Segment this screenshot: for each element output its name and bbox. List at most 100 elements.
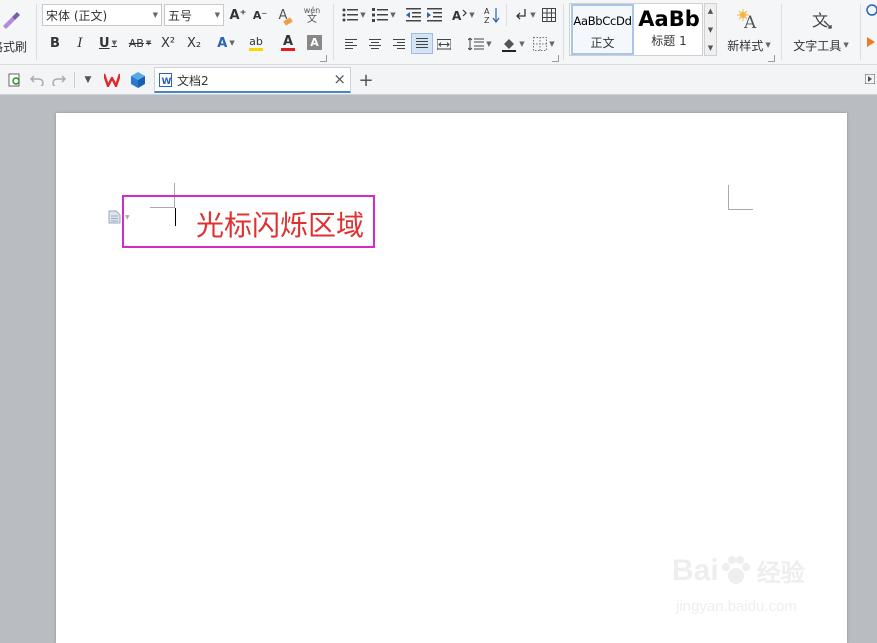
svg-text:W: W <box>162 77 172 87</box>
cursor-area-annotation: 光标闪烁区域 <box>196 209 365 242</box>
style-normal[interactable]: AaBbCcDd 正文 <box>571 4 634 55</box>
undo-icon <box>30 75 44 86</box>
table-button[interactable] <box>540 5 558 25</box>
subscript-icon: X₂ <box>186 35 202 51</box>
text-tools-icon: 文 <box>812 11 832 30</box>
justify-button[interactable] <box>411 33 433 54</box>
phonetic-bottom-text: 文 <box>307 14 317 25</box>
align-right-button[interactable] <box>390 35 408 53</box>
font-dialog-launcher[interactable] <box>320 55 327 62</box>
char-shading-button[interactable]: A <box>307 35 322 50</box>
style-heading-1[interactable]: AaBb 标题 1 <box>637 4 701 55</box>
wps-home-button[interactable] <box>102 70 122 90</box>
chevron-down-icon: ▼ <box>229 39 235 47</box>
underline-button[interactable]: U ▼ <box>94 33 122 53</box>
paragraph-mark-button[interactable]: ▼ <box>511 5 539 25</box>
document-icon <box>108 210 121 224</box>
chevron-down-icon: ▼ <box>843 41 849 49</box>
styles-scroll[interactable]: ▲ ▼ ▼ <box>704 3 717 56</box>
strikethrough-button[interactable]: AB ▼ <box>126 33 154 53</box>
italic-icon: I <box>77 35 83 51</box>
chevron-down-icon: ▼ <box>214 11 220 19</box>
scroll-up-icon: ▲ <box>707 7 714 15</box>
font-color-icon: A <box>282 34 294 49</box>
line-spacing-icon <box>468 38 485 50</box>
distributed-align-button[interactable] <box>435 35 453 53</box>
chevron-down-icon: ▼ <box>765 41 771 49</box>
sort-button[interactable]: AZ <box>482 5 502 25</box>
underline-icon: U <box>99 35 110 51</box>
sort-az-icon: AZ <box>484 7 500 24</box>
new-style-label-row: 新样式 ▼ <box>727 37 770 54</box>
phonetic-guide-button[interactable]: wén 文 <box>298 4 326 26</box>
text-tools-button[interactable]: 文 文字工具 ▼ <box>786 4 856 58</box>
redo-icon <box>52 75 66 86</box>
increase-indent-button[interactable] <box>425 6 443 24</box>
text-tools-label: 文字工具 <box>793 38 842 53</box>
text-effect-button[interactable]: A ▼ <box>212 33 240 53</box>
cube-icon <box>131 72 145 88</box>
borders-button[interactable]: ▼ <box>530 34 558 54</box>
paragraph-dialog-launcher[interactable] <box>552 55 559 62</box>
subscript-button[interactable]: X₂ <box>183 33 205 53</box>
find-replace-button[interactable] <box>864 4 877 58</box>
highlight-button[interactable]: ab <box>242 33 270 53</box>
expand-more-icon: ▼ <box>707 44 714 52</box>
chevron-down-icon: ▼ <box>469 11 475 19</box>
chevron-down-icon: ▼ <box>360 11 366 19</box>
align-left-button[interactable] <box>342 35 360 53</box>
svg-text:A: A <box>452 9 462 23</box>
superscript-button[interactable]: X² <box>157 33 179 53</box>
docer-button[interactable] <box>128 70 148 90</box>
highlighter-icon: ab <box>249 34 263 48</box>
shading-button[interactable]: ▼ <box>498 34 528 54</box>
redo-button[interactable] <box>50 71 68 89</box>
font-color-button[interactable]: A <box>274 33 302 53</box>
new-style-button[interactable]: A 新样式 ▼ <box>720 4 778 58</box>
font-size-value: 五号 <box>168 8 193 23</box>
grow-font-icon: A⁺ <box>229 7 247 23</box>
quick-access-menu-button[interactable]: ▼ <box>80 71 96 89</box>
format-painter-label: 格式刷 <box>0 39 27 54</box>
new-tab-button[interactable]: + <box>357 69 375 91</box>
styles-gallery: AaBbCcDd 正文 AaBb 标题 1 <box>569 3 703 56</box>
font-size-select[interactable]: 五号 ▼ <box>164 4 224 26</box>
text-direction-button[interactable]: A ▼ <box>449 5 477 25</box>
align-center-button[interactable] <box>366 35 384 53</box>
divider <box>74 72 75 88</box>
strikethrough-icon: AB <box>128 36 144 50</box>
chevron-down-icon: ▼ <box>549 40 555 48</box>
chevron-down-icon: ▼ <box>390 11 396 19</box>
print-preview-button[interactable] <box>6 71 24 89</box>
bullets-button[interactable]: ▼ <box>340 6 368 24</box>
undo-button[interactable] <box>28 71 46 89</box>
numbering-button[interactable]: ▼ <box>370 6 398 24</box>
svg-text:A: A <box>484 7 490 16</box>
style-normal-label: 正文 <box>590 36 615 50</box>
bold-button[interactable]: B <box>45 33 65 53</box>
align-left-icon <box>345 38 357 49</box>
format-painter-button[interactable]: 格式刷 <box>0 2 32 60</box>
char-shading-icon: A <box>310 36 319 49</box>
close-tab-icon[interactable]: × <box>333 70 346 88</box>
font-name-select[interactable]: 宋体 (正文) ▼ <box>42 4 162 26</box>
clear-format-button[interactable]: A <box>273 5 293 26</box>
watermark-url: jingyan.baidu.com <box>676 598 797 615</box>
distributed-align-icon <box>437 38 451 50</box>
chevron-down-icon: ▼ <box>530 11 536 19</box>
italic-button[interactable]: I <box>70 33 90 53</box>
grow-font-button[interactable]: A⁺ <box>228 5 248 25</box>
highlight-color-bar <box>249 47 263 51</box>
chevron-down-icon: ▼ <box>519 40 525 48</box>
decrease-indent-button[interactable] <box>404 6 422 24</box>
margin-mark-top-right <box>728 185 753 210</box>
ribbon-toolbar: 格式刷 宋体 (正文) ▼ 五号 ▼ A⁺ A⁻ A wén 文 B I U▼ … <box>0 0 877 65</box>
styles-dialog-launcher[interactable] <box>768 55 775 62</box>
shrink-font-button[interactable]: A⁻ <box>250 5 270 25</box>
scroll-down-icon: ▼ <box>707 25 714 34</box>
line-spacing-button[interactable]: ▼ <box>466 35 494 53</box>
tab-scroll-button[interactable] <box>864 71 876 87</box>
plus-icon: + <box>358 69 374 91</box>
document-tab[interactable]: W 文档2 × <box>154 67 351 93</box>
find-icon <box>865 4 877 16</box>
